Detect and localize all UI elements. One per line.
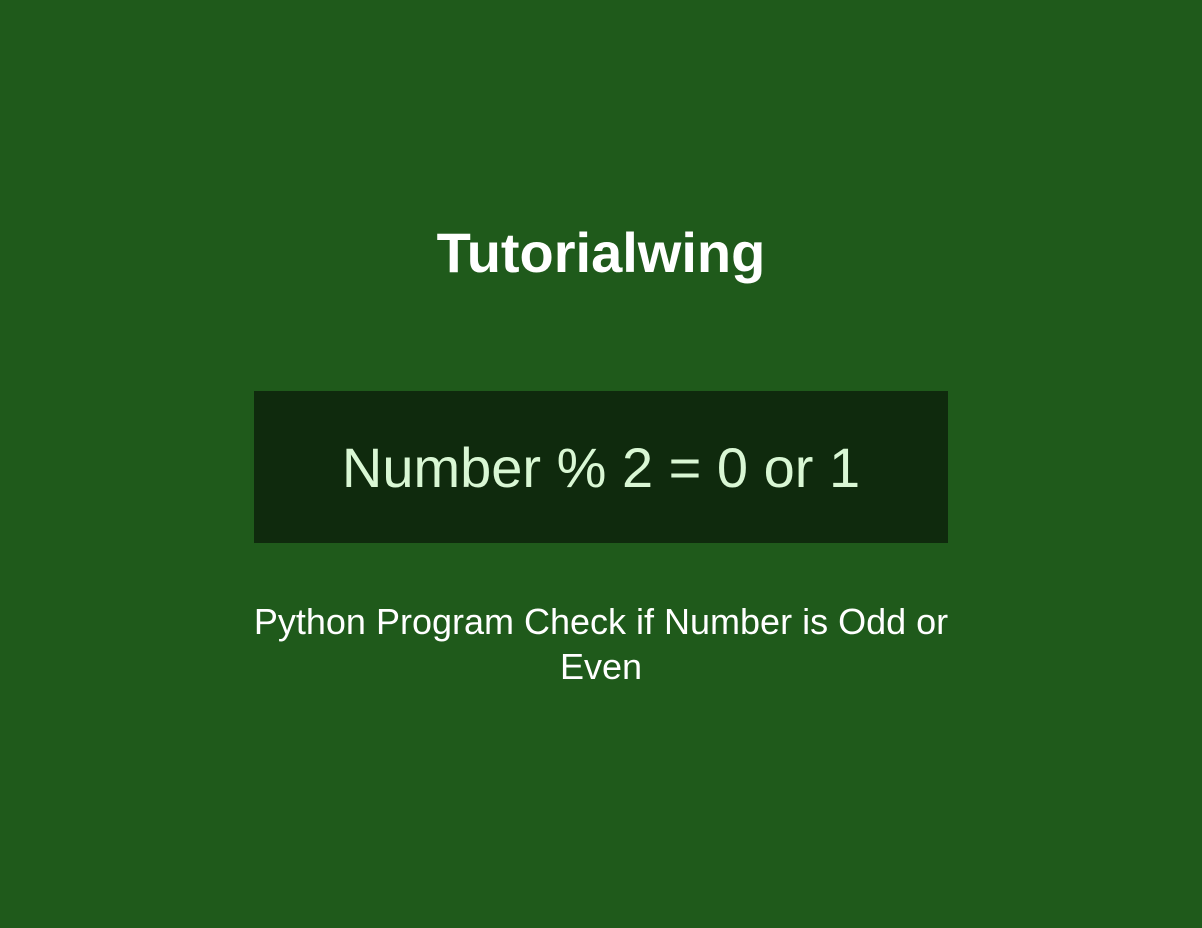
code-expression: Number % 2 = 0 or 1 (342, 435, 860, 500)
code-box: Number % 2 = 0 or 1 (254, 391, 948, 543)
page-title: Tutorialwing (437, 220, 766, 285)
description-text: Python Program Check if Number is Odd or… (241, 599, 961, 689)
